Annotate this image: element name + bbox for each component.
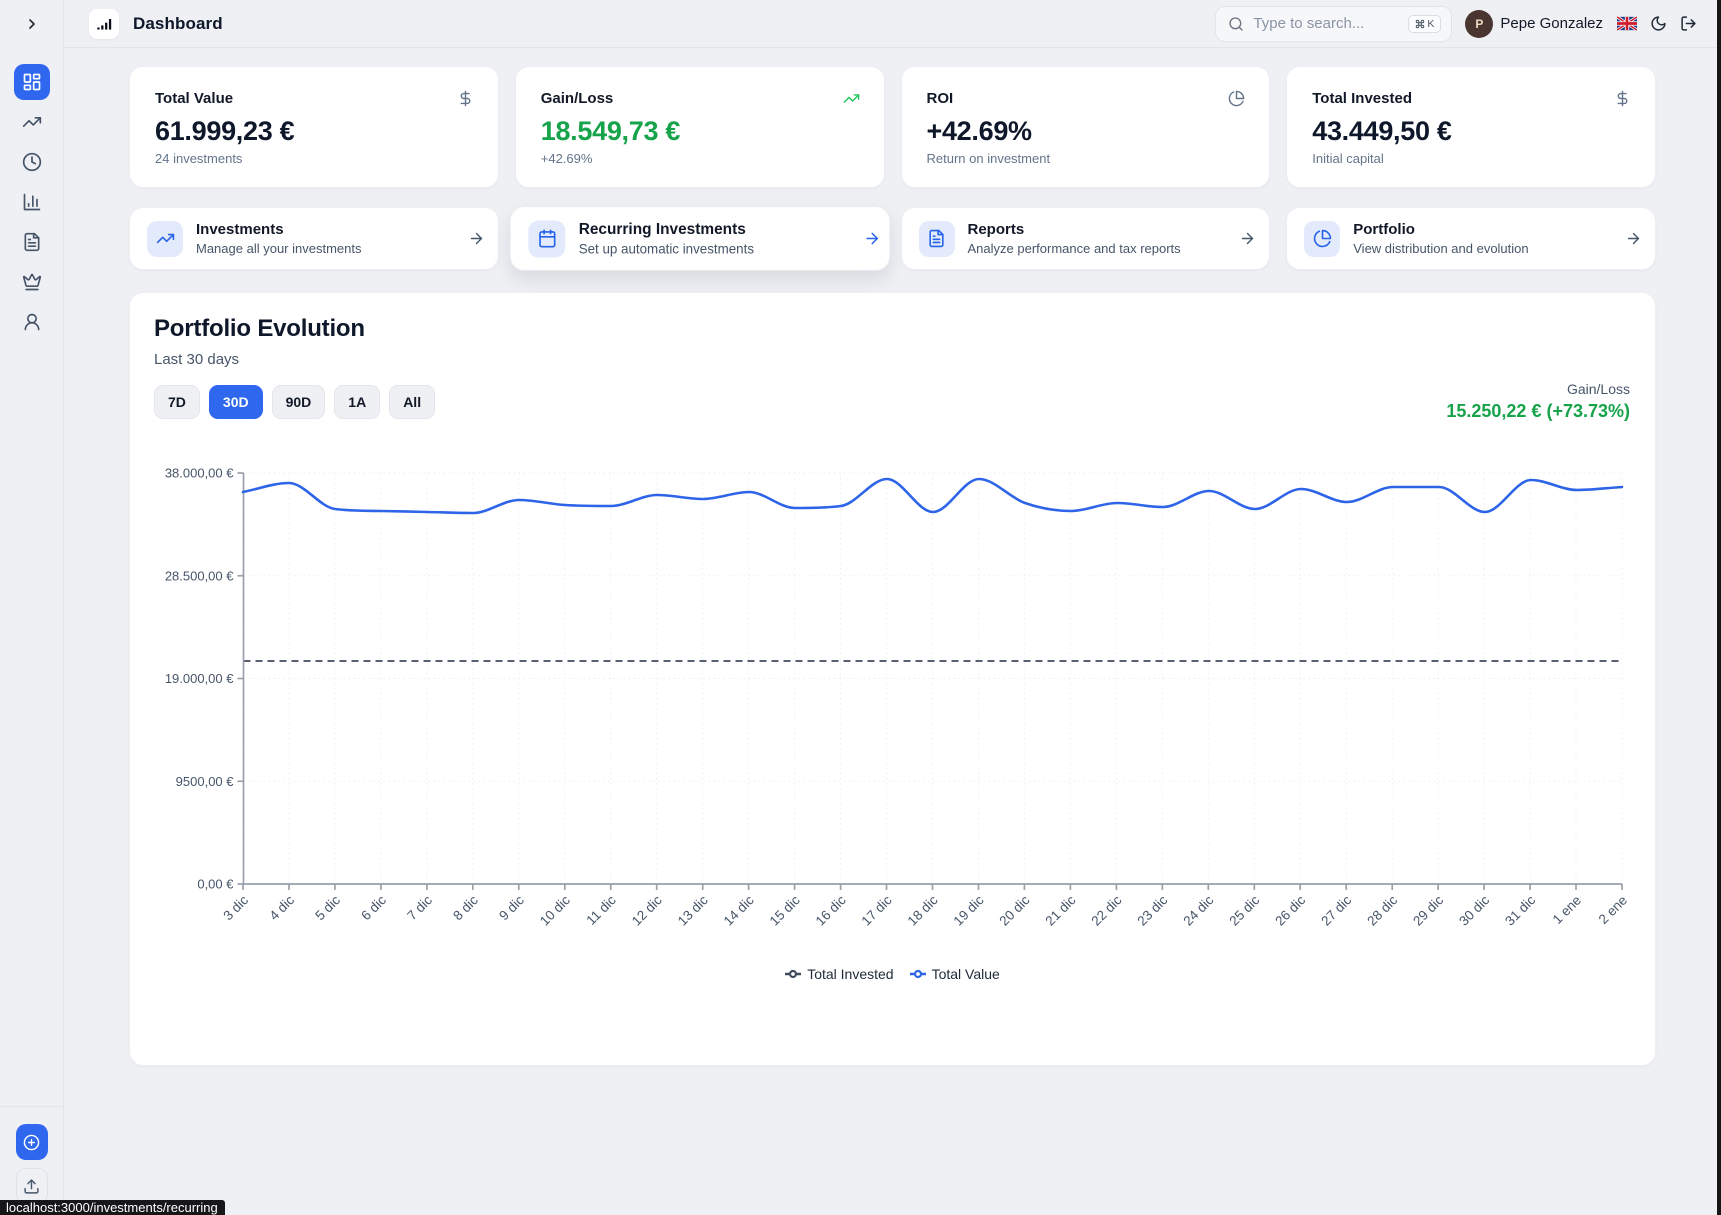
svg-text:27 dic: 27 dic — [1318, 892, 1354, 928]
svg-text:28.500,00 €: 28.500,00 € — [165, 568, 234, 583]
svg-text:17 dic: 17 dic — [859, 892, 895, 928]
svg-text:9500,00 €: 9500,00 € — [176, 774, 235, 789]
svg-text:15 dic: 15 dic — [767, 892, 803, 928]
svg-text:8 dic: 8 dic — [450, 892, 481, 923]
svg-text:6 dic: 6 dic — [358, 892, 389, 923]
svg-text:26 dic: 26 dic — [1272, 892, 1308, 928]
svg-text:5 dic: 5 dic — [312, 892, 343, 923]
svg-text:18 dic: 18 dic — [905, 892, 941, 928]
svg-text:20 dic: 20 dic — [996, 892, 1032, 928]
svg-text:13 dic: 13 dic — [675, 892, 711, 928]
svg-text:28 dic: 28 dic — [1364, 892, 1400, 928]
svg-text:23 dic: 23 dic — [1134, 892, 1170, 928]
svg-text:38.000,00 €: 38.000,00 € — [165, 466, 234, 481]
svg-text:30 dic: 30 dic — [1456, 892, 1492, 928]
svg-text:29 dic: 29 dic — [1410, 892, 1446, 928]
svg-text:7 dic: 7 dic — [404, 892, 435, 923]
svg-text:25 dic: 25 dic — [1226, 892, 1262, 928]
svg-text:22 dic: 22 dic — [1088, 892, 1124, 928]
svg-text:12 dic: 12 dic — [629, 892, 665, 928]
svg-text:0,00 €: 0,00 € — [197, 877, 234, 892]
svg-text:19.000,00 €: 19.000,00 € — [165, 671, 234, 686]
svg-text:31 dic: 31 dic — [1502, 892, 1538, 928]
svg-text:11 dic: 11 dic — [583, 892, 619, 928]
svg-text:10 dic: 10 dic — [537, 892, 573, 928]
svg-text:24 dic: 24 dic — [1180, 892, 1216, 928]
svg-text:9 dic: 9 dic — [496, 892, 527, 923]
svg-text:19 dic: 19 dic — [951, 892, 987, 928]
svg-text:2 ene: 2 ene — [1596, 893, 1631, 928]
svg-text:4 dic: 4 dic — [266, 892, 297, 923]
svg-text:1 ene: 1 ene — [1550, 893, 1585, 928]
svg-text:16 dic: 16 dic — [813, 892, 849, 928]
svg-text:21 dic: 21 dic — [1042, 892, 1078, 928]
svg-text:3 dic: 3 dic — [220, 892, 251, 923]
svg-text:14 dic: 14 dic — [721, 892, 757, 928]
